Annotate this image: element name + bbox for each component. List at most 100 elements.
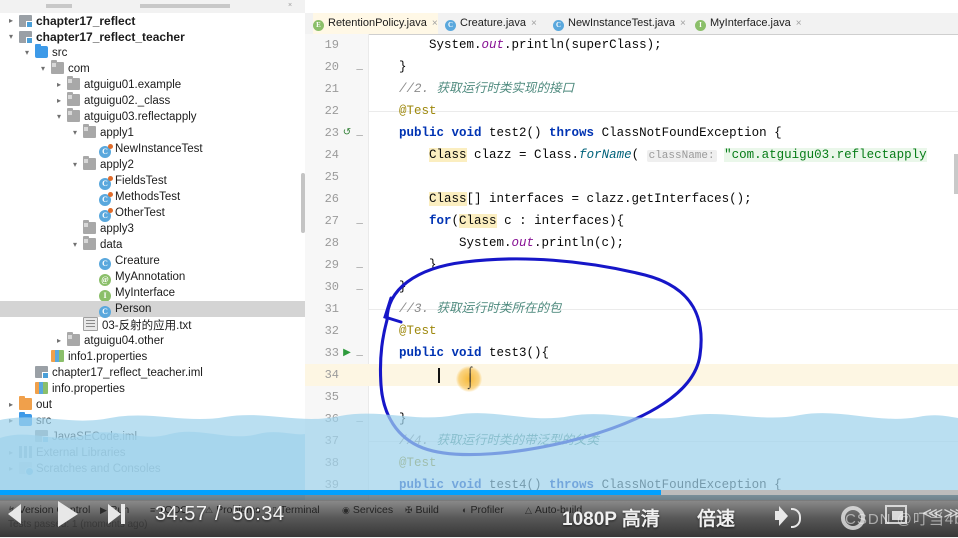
tree-item-info1-properties[interactable]: info1.properties [0,349,305,365]
code-line-28[interactable]: System.out.println(c); [369,232,624,254]
code-line-37[interactable]: //4. 获取运行时类的带泛型的父类 [369,430,599,452]
tree-item-creature[interactable]: C Creature [0,253,305,270]
code-line-32[interactable]: @Test [369,320,437,342]
tree-item-chapter17-reflect-teacher[interactable]: ▾ chapter17_reflect_teacher [0,29,305,45]
tree-item-chapter17-reflect-teacher-iml[interactable]: chapter17_reflect_teacher.iml [0,365,305,381]
previous-video-button[interactable] [6,502,30,526]
video-speed-button[interactable]: 倍速 [697,504,735,531]
chevron-down-icon[interactable]: ▾ [70,125,80,141]
code-line-22[interactable]: @Test [369,100,437,122]
code-line-25[interactable] [369,166,377,188]
chevron-right-icon[interactable]: ▸ [6,461,16,477]
chevron-down-icon[interactable]: ▾ [70,237,80,253]
code-line-30[interactable]: } [369,276,407,298]
volume-button[interactable] [775,504,805,528]
tree-item-scratches-and-consoles[interactable]: ▸ Scratches and Consoles [0,461,305,477]
code-line-36[interactable]: } [369,408,407,430]
tree-item-myannotation[interactable]: @ MyAnnotation [0,269,305,286]
settings-gear-icon[interactable] [838,503,865,530]
project-tree-panel[interactable]: ▸ chapter17_reflect ▾ chapter17_reflect_tea… [0,13,305,500]
test-run-green-icon[interactable]: ↺ [341,122,353,144]
tree-item-external-libraries[interactable]: ▸ External Libraries [0,445,305,461]
editor-tab-myinterface[interactable]: I MyInterface.java × [695,13,802,34]
tree-item-atguigu02-class[interactable]: ▸ atguigu02._class [0,92,305,109]
code-line-29[interactable]: } [369,254,437,276]
chevron-down-icon[interactable]: ▾ [54,109,64,125]
chevron-down-icon[interactable]: ▾ [22,45,32,61]
close-icon[interactable]: × [796,18,802,29]
tree-item-fieldstest[interactable]: C FieldsTest [0,173,305,190]
code-line-20[interactable]: } [369,56,407,78]
close-icon[interactable]: × [680,18,686,29]
code-line-33[interactable]: public void test3(){ [369,342,549,364]
chevron-right-icon[interactable]: ▸ [54,333,64,349]
editor-tab-retentionpolicy[interactable]: E RetentionPolicy.java × [313,13,438,34]
tree-item-person[interactable]: C Person [0,301,305,318]
fullscreen-button[interactable]: ⋘⋙ [922,504,958,524]
code-line-38[interactable]: @Test [369,452,437,474]
chevron-down-icon[interactable]: ▾ [6,29,16,45]
tree-item-atguigu03-reflectapply[interactable]: ▾ atguigu03.reflectapply [0,108,305,125]
code-line-24[interactable]: Class clazz = Class.forName( className: … [369,144,927,166]
fold-handle[interactable]: ⚊ [354,276,365,298]
tree-item-apply3[interactable]: apply3 [0,220,305,237]
run-play-green-icon[interactable]: ▶ [341,342,353,364]
close-icon[interactable]: × [531,18,537,29]
code-editor-panel[interactable]: E RetentionPolicy.java × C Creature.java × C… [305,0,958,500]
code-line-35[interactable] [369,386,377,408]
code-line-31[interactable]: //3. 获取运行时类所在的包 [369,298,562,320]
code-line-26[interactable]: Class[] interfaces = clazz.getInterfaces… [369,188,752,210]
close-icon[interactable]: × [288,2,292,9]
tree-item-info-properties[interactable]: info.properties [0,381,305,397]
fold-handle[interactable]: ⚊ [354,122,365,144]
video-control-bar[interactable]: 34:57 / 50:34 1080P 高清 倍速 CSDN @叮当4b ⋘⋙ [0,495,958,537]
code-area[interactable]: 19 20 21 22 23 24 25 26 27 28 29 30 31 32 33 34 35 36 37 38… [305,34,958,500]
tree-item-src[interactable]: ▾ src [0,44,305,61]
tree-item-newinstancetest[interactable]: C NewInstanceTest [0,141,305,158]
chevron-right-icon[interactable]: ▸ [54,93,64,109]
project-tree[interactable]: ▸ chapter17_reflect ▾ chapter17_reflect_tea… [0,13,305,477]
next-video-button[interactable] [108,502,134,526]
fold-handle[interactable]: ⚊ [354,342,365,364]
tree-item-atguigu01-example[interactable]: ▸ atguigu01.example [0,76,305,93]
fold-handle[interactable]: ⚊ [354,210,365,232]
code-line-27[interactable]: for(Class c : interfaces){ [369,210,624,232]
tree-item-atguigu04-other[interactable]: ▸ atguigu04.other [0,332,305,349]
tree-item-myinterface[interactable]: I MyInterface [0,285,305,302]
chevron-right-icon[interactable]: ▸ [6,445,16,461]
tree-item-apply2[interactable]: ▾ apply2 [0,156,305,173]
editor-tab-bar[interactable]: E RetentionPolicy.java × C Creature.java × C… [305,13,958,35]
chevron-right-icon[interactable]: ▸ [6,397,16,413]
chevron-right-icon[interactable]: ▸ [6,13,16,29]
tree-item-javasecode-iml[interactable]: JavaSECode.iml [0,429,305,445]
chevron-down-icon[interactable]: ▾ [70,157,80,173]
code-line-19[interactable]: System.out.println(superClass); [369,34,662,56]
code-line-21[interactable]: //2. 获取运行时类实现的接口 [369,78,574,100]
code-line-34[interactable] [369,364,429,386]
tree-item-chapter17-reflect[interactable]: ▸ chapter17_reflect [0,13,305,29]
code-line-23[interactable]: public void test2() throws ClassNotFound… [369,122,782,144]
tree-item-methodstest[interactable]: C MethodsTest [0,189,305,206]
editor-tab-newinstancetest[interactable]: C NewInstanceTest.java × [553,13,686,34]
play-button[interactable] [52,498,84,530]
tree-item-out[interactable]: ▸ out [0,396,305,413]
fold-handle[interactable]: ⚊ [354,408,365,430]
picture-in-picture-button[interactable] [885,505,907,524]
chevron-down-icon[interactable]: ▾ [38,61,48,77]
top-strip-cell[interactable] [0,0,129,13]
tree-item-data[interactable]: ▾ data [0,236,305,253]
tree-item-com[interactable]: ▾ com [0,60,305,77]
fold-handle[interactable]: ⚊ [354,254,365,276]
tree-item-apply1[interactable]: ▾ apply1 [0,124,305,141]
chevron-right-icon[interactable]: ▸ [54,77,64,93]
tree-item-othertest[interactable]: C OtherTest [0,205,305,222]
close-icon[interactable]: × [432,18,438,29]
chevron-right-icon[interactable]: ▸ [6,413,16,429]
tree-item-src[interactable]: ▸ src [0,412,305,429]
top-strip-cell[interactable]: × [128,0,304,13]
fold-handle[interactable]: ⚊ [354,56,365,78]
tree-item-03-txt[interactable]: 03-反射的应用.txt [0,317,305,333]
video-quality-button[interactable]: 1080P 高清 [562,504,660,531]
editor-vertical-scrollbar[interactable] [954,154,958,194]
editor-tab-creature[interactable]: C Creature.java × [445,13,537,34]
